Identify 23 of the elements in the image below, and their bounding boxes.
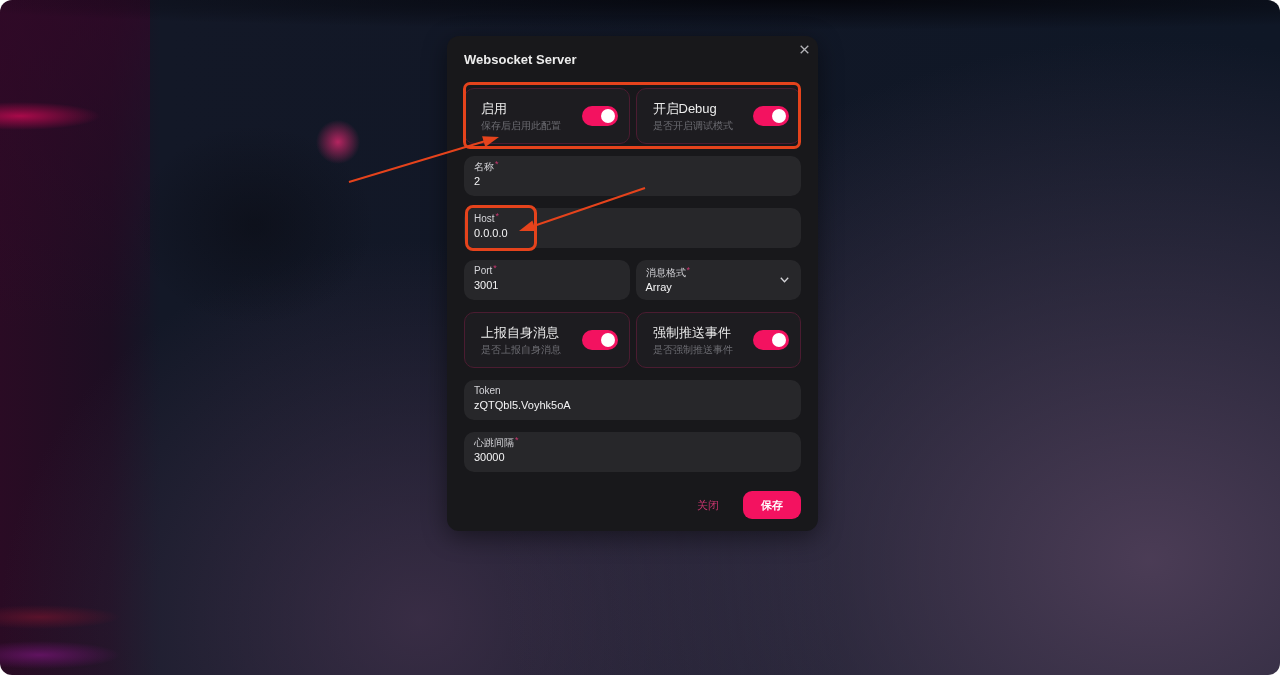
- select-field[interactable]: 消息格式$^{*}$ Array: [635, 260, 801, 300]
- close-icon: [800, 45, 809, 54]
- toggle-switch[interactable]: [753, 106, 789, 126]
- toggle-hint: 是否开启调试模式: [652, 119, 733, 132]
- toggle-label: 强制推送事件: [652, 324, 732, 341]
- chevron-down-icon: [780, 276, 789, 283]
- dialog-title: Websocket Server: [464, 51, 577, 69]
- close-button[interactable]: [798, 43, 811, 56]
- toggle-switch[interactable]: [753, 330, 789, 350]
- text-field[interactable]: 名称$^{*}$ 2: [464, 156, 801, 196]
- toggle-label: 上报自身消息: [481, 324, 560, 341]
- text-field[interactable]: Token zQTQbl5.Voyhk5oA: [464, 380, 801, 420]
- text-field[interactable]: Port$^{*}$ 3001: [464, 260, 630, 300]
- close-text-button[interactable]: 关闭: [697, 498, 719, 512]
- toggle-switch[interactable]: [581, 330, 618, 350]
- save-button[interactable]: 保存: [743, 491, 801, 519]
- toggle-label: 开启Debug: [652, 100, 718, 117]
- toggle-hint: 是否强制推送事件: [652, 343, 733, 356]
- text-field[interactable]: Host$^{*}$ 0.0.0.0: [464, 208, 801, 248]
- toggle-switch[interactable]: [581, 106, 618, 126]
- text-field[interactable]: 心跳间隔$^{*}$ 30000: [464, 432, 801, 472]
- toggle-hint: 保存后启用此配置: [481, 119, 561, 132]
- toggle-label: 启用: [481, 100, 508, 117]
